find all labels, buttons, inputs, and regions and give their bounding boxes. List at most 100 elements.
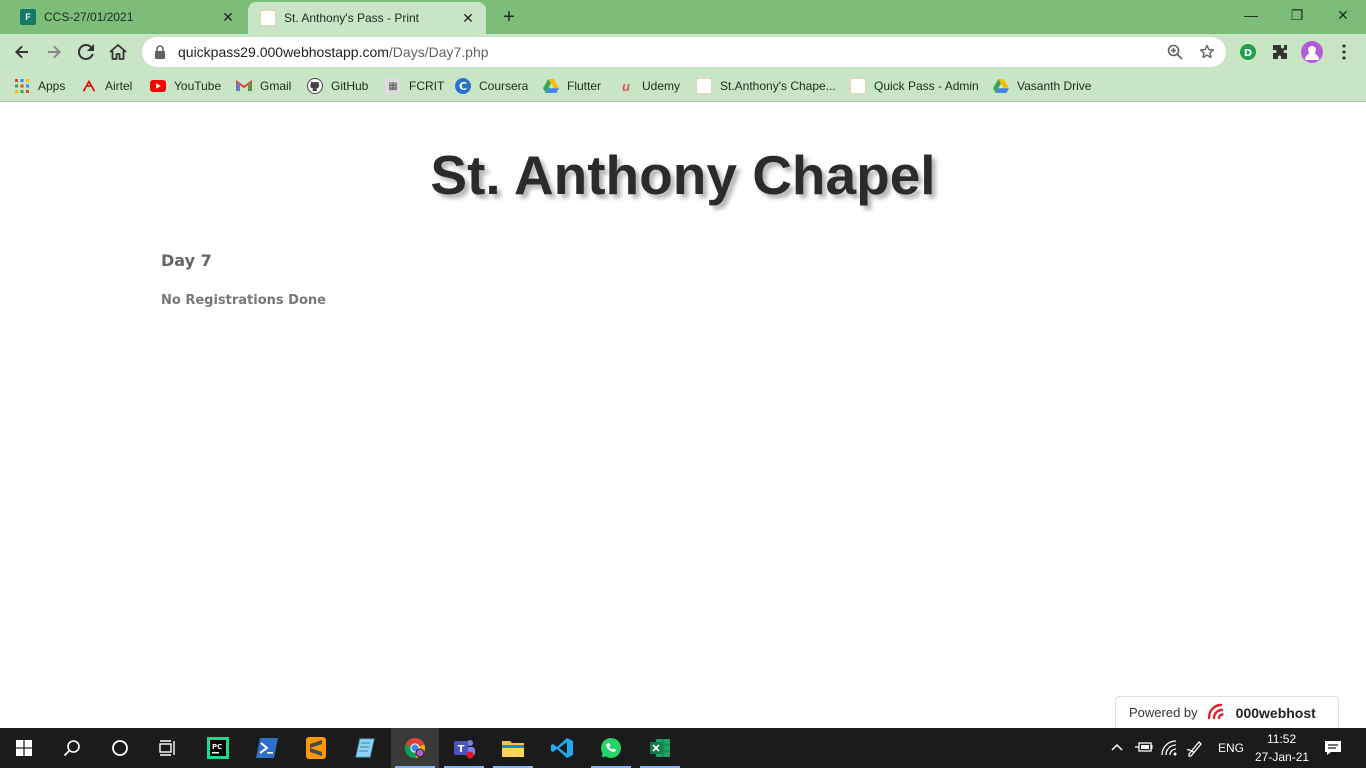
tab-print[interactable]: St. Anthony's Pass - Print ✕ bbox=[248, 2, 486, 34]
sublime-text-icon bbox=[306, 737, 326, 759]
bookmark-star-icon[interactable] bbox=[1198, 43, 1216, 61]
pen-icon bbox=[1186, 741, 1202, 757]
extension-d-icon[interactable]: D bbox=[1236, 40, 1260, 64]
task-view-button[interactable] bbox=[144, 728, 192, 768]
chrome-app[interactable] bbox=[391, 728, 439, 768]
wifi-icon bbox=[1161, 740, 1177, 756]
pycharm-icon: PC bbox=[207, 737, 229, 759]
clock-date[interactable]: 27-Jan-21 bbox=[1255, 750, 1309, 764]
tab-close-icon[interactable]: ✕ bbox=[218, 7, 238, 27]
home-button[interactable] bbox=[104, 38, 132, 66]
battery-button[interactable] bbox=[1135, 740, 1153, 759]
profile-avatar[interactable] bbox=[1300, 40, 1324, 64]
lock-icon bbox=[154, 45, 166, 59]
powered-by-label: Powered by bbox=[1129, 705, 1198, 720]
forward-arrow-icon bbox=[48, 45, 61, 59]
pycharm-app[interactable]: PC bbox=[194, 728, 242, 768]
sublime-text-app[interactable] bbox=[292, 728, 340, 768]
bookmark-fcrit[interactable]: ▦ FCRIT bbox=[385, 76, 444, 96]
day-heading: Day 7 bbox=[161, 251, 212, 270]
excel-app[interactable] bbox=[636, 728, 684, 768]
url-host: quickpass29.000webhostapp.com bbox=[178, 44, 389, 60]
powershell-app[interactable] bbox=[243, 728, 291, 768]
bookmark-label: Udemy bbox=[642, 79, 681, 93]
forward-button[interactable] bbox=[40, 38, 68, 66]
folder-icon bbox=[502, 741, 524, 757]
reload-button[interactable] bbox=[72, 38, 100, 66]
svg-text:T: T bbox=[458, 744, 465, 755]
tab-title: CCS-27/01/2021 bbox=[44, 10, 134, 24]
bookmark-label: Coursera bbox=[479, 79, 529, 93]
address-bar[interactable]: quickpass29.000webhostapp.com/Days/Day7.… bbox=[142, 37, 1226, 67]
tab-close-icon[interactable]: ✕ bbox=[458, 8, 478, 28]
start-button[interactable] bbox=[0, 728, 48, 768]
fcrit-icon: ▦ bbox=[385, 78, 401, 94]
reload-icon bbox=[78, 44, 94, 60]
bookmark-st-anthonys-chapel[interactable]: St.Anthony's Chape... bbox=[696, 76, 836, 96]
pen-workspace-button[interactable] bbox=[1186, 739, 1204, 762]
menu-kebab-icon[interactable] bbox=[1332, 40, 1356, 64]
network-button[interactable] bbox=[1161, 740, 1177, 761]
url-text: quickpass29.000webhostapp.com/Days/Day7.… bbox=[178, 44, 489, 60]
powered-by-badge[interactable]: Powered by 000webhost bbox=[1115, 696, 1339, 728]
task-view-icon bbox=[159, 740, 175, 756]
bookmark-airtel[interactable]: ᗅ Airtel bbox=[81, 76, 132, 96]
tab-ccs[interactable]: F CCS-27/01/2021 ✕ bbox=[0, 0, 246, 34]
bookmark-gmail[interactable]: Gmail bbox=[236, 76, 291, 96]
file-explorer-app[interactable] bbox=[489, 728, 537, 768]
bookmark-label: St.Anthony's Chape... bbox=[720, 79, 836, 93]
minimize-button[interactable]: — bbox=[1228, 0, 1274, 30]
whatsapp-app[interactable] bbox=[587, 728, 635, 768]
bookmark-vasanth-drive[interactable]: Vasanth Drive bbox=[993, 76, 1091, 96]
bookmark-label: Vasanth Drive bbox=[1017, 79, 1092, 93]
search-button[interactable] bbox=[48, 728, 96, 768]
tab-title: St. Anthony's Pass - Print bbox=[284, 11, 420, 25]
bookmark-label: YouTube bbox=[174, 79, 222, 93]
back-arrow-icon bbox=[15, 45, 28, 59]
teams-app[interactable]: T bbox=[440, 728, 488, 768]
notepad-app[interactable] bbox=[341, 728, 389, 768]
chevron-up-icon bbox=[1111, 743, 1123, 751]
bookmark-apps[interactable]: Apps bbox=[14, 76, 65, 96]
no-registrations-message: No Registrations Done bbox=[161, 293, 326, 308]
new-tab-button[interactable]: + bbox=[498, 6, 520, 28]
bookmark-quick-pass-admin[interactable]: Quick Pass - Admin bbox=[850, 76, 979, 96]
page-title: St. Anthony Chapel bbox=[430, 144, 936, 206]
apps-grid-icon bbox=[14, 78, 30, 94]
search-icon bbox=[63, 740, 80, 757]
clock-time[interactable]: 11:52 bbox=[1267, 732, 1296, 746]
udemy-icon: u bbox=[622, 78, 630, 94]
action-center-button[interactable] bbox=[1324, 740, 1342, 761]
gmail-icon bbox=[236, 78, 252, 94]
bookmark-label: FCRIT bbox=[409, 79, 445, 93]
back-button[interactable] bbox=[8, 38, 36, 66]
airtel-icon: ᗅ bbox=[82, 77, 96, 94]
bookmark-label: Flutter bbox=[567, 79, 602, 93]
input-language[interactable]: ENG bbox=[1218, 741, 1244, 755]
zoom-icon[interactable] bbox=[1166, 43, 1184, 61]
bookmark-coursera[interactable]: C Coursera bbox=[455, 76, 528, 96]
chapel-favicon bbox=[260, 10, 276, 26]
coursera-icon: C bbox=[455, 78, 471, 94]
cortana-circle-icon bbox=[112, 740, 128, 756]
bookmark-udemy[interactable]: u Udemy bbox=[618, 76, 680, 96]
microsoft-forms-icon: F bbox=[20, 9, 36, 25]
bookmark-label: Apps bbox=[38, 79, 66, 93]
bookmark-github[interactable]: GitHub bbox=[307, 76, 368, 96]
restore-button[interactable]: ❐ bbox=[1274, 0, 1320, 30]
google-drive-icon bbox=[993, 78, 1009, 94]
svg-text:PC: PC bbox=[212, 743, 222, 751]
show-hidden-icons-button[interactable] bbox=[1110, 740, 1124, 759]
vscode-app[interactable] bbox=[538, 728, 586, 768]
vscode-icon bbox=[551, 738, 573, 758]
bookmark-flutter[interactable]: Flutter bbox=[543, 76, 601, 96]
extensions-puzzle-icon[interactable] bbox=[1268, 40, 1292, 64]
bookmark-label: Airtel bbox=[105, 79, 133, 93]
brand-name: 000webhost bbox=[1235, 704, 1316, 721]
page-content: St. Anthony Chapel Day 7 No Registration… bbox=[0, 103, 1366, 728]
cortana-button[interactable] bbox=[96, 728, 144, 768]
close-window-button[interactable]: ✕ bbox=[1320, 0, 1366, 30]
chapel-favicon bbox=[850, 78, 866, 94]
bookmark-youtube[interactable]: YouTube bbox=[150, 76, 221, 96]
github-icon bbox=[307, 78, 323, 94]
